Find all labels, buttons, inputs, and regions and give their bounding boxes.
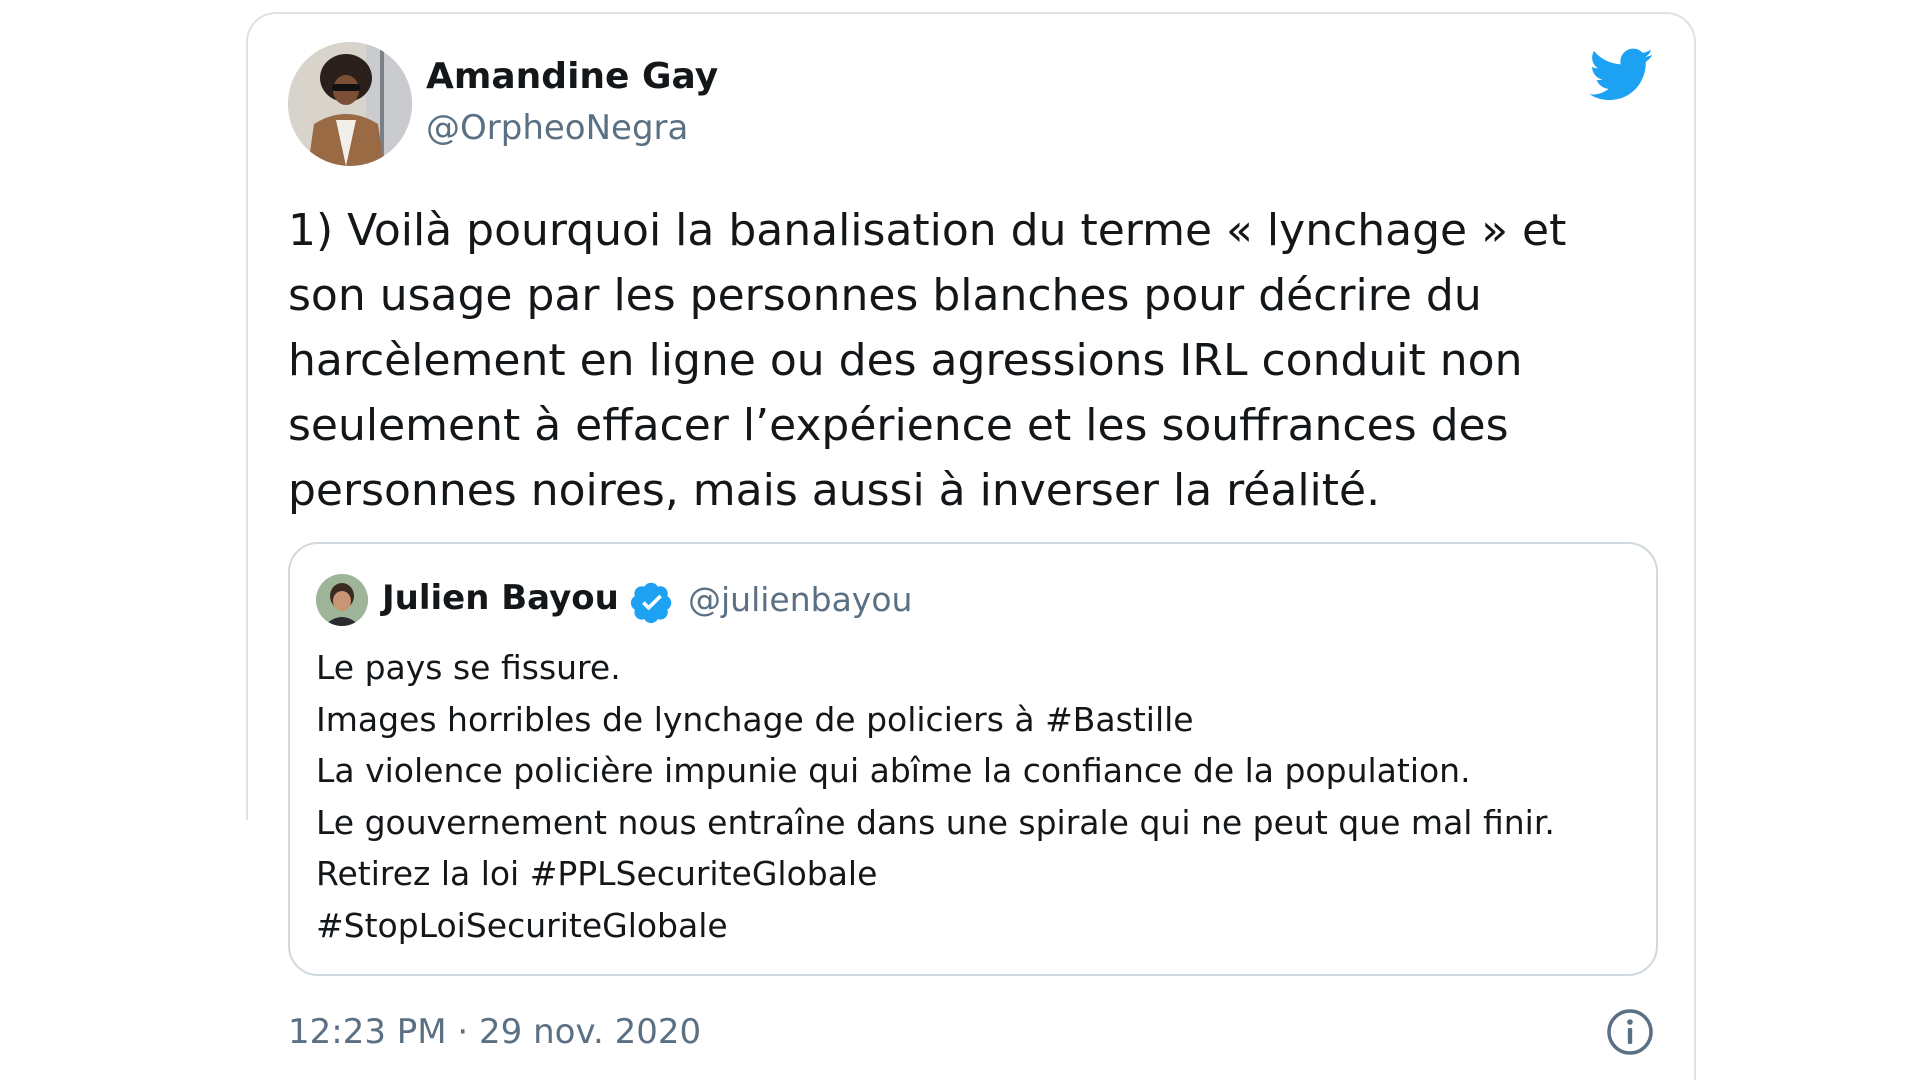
- tweet-timestamp[interactable]: 12:23 PM · 29 nov. 2020: [288, 1012, 701, 1052]
- quoted-tweet[interactable]: Julien Bayou @julienbayou Le pays se fis…: [288, 542, 1658, 976]
- quoted-text-line: Retirez la loi #PPLSecuriteGlobale: [316, 854, 878, 893]
- quoted-text-line: Images horribles de lynchage de policier…: [316, 699, 1194, 739]
- info-icon[interactable]: [1606, 1008, 1654, 1056]
- tweet-text-line: personnes noires, mais aussi à inverser …: [288, 465, 1381, 516]
- twitter-bird-icon[interactable]: [1589, 48, 1654, 102]
- verified-badge-icon: [630, 580, 674, 624]
- quoted-text-line: Le pays se fissure.: [316, 648, 621, 687]
- quoted-text-line: #StopLoiSecuriteGlobale: [316, 905, 728, 945]
- author-handle[interactable]: @OrpheoNegra: [426, 108, 688, 148]
- quoted-text-line: La violence policière impunie qui abîme …: [316, 751, 1471, 790]
- tweet-text: 1) Voilà pourquoi la banalisation du ter…: [288, 198, 1658, 523]
- tweet-text-line: harcèlement en ligne ou des agressions I…: [288, 335, 1523, 386]
- tweet-text-line: son usage par les personnes blanches pou…: [288, 270, 1482, 321]
- quoted-author-name[interactable]: Julien Bayou: [382, 578, 619, 618]
- quoted-tweet-text: Le pays se fissure. Images horribles de …: [316, 642, 1646, 951]
- quoted-author-avatar[interactable]: [316, 574, 368, 626]
- tweet-text-line: 1) Voilà pourquoi la banalisation du ter…: [288, 205, 1567, 256]
- author-avatar[interactable]: [288, 42, 412, 166]
- quoted-text-line: Le gouvernement nous entraîne dans une s…: [316, 802, 1555, 842]
- tweet-card[interactable]: Amandine Gay @OrpheoNegra 1) Voilà pourq…: [246, 12, 1696, 1080]
- card-edge-gap: [244, 820, 248, 1080]
- quoted-author-handle[interactable]: @julienbayou: [688, 580, 912, 619]
- author-name[interactable]: Amandine Gay: [426, 56, 718, 97]
- tweet-text-line: seulement à effacer l’expérience et les …: [288, 400, 1509, 451]
